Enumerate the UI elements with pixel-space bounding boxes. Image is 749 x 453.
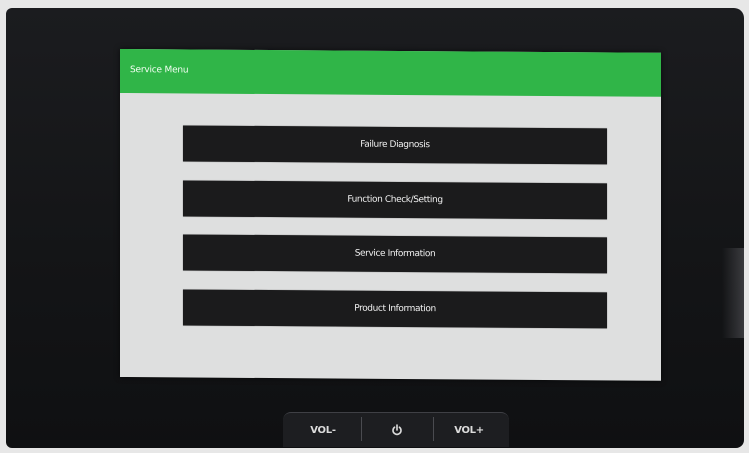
screen-title: Service Menu (130, 65, 189, 76)
failure-diagnosis-button[interactable]: Failure Diagnosis (183, 125, 607, 165)
function-check-setting-button[interactable]: Function Check/Setting (183, 180, 607, 220)
hardware-button-bar: VOL- VOL+ (283, 412, 509, 447)
product-information-button[interactable]: Product Information (183, 289, 607, 329)
menu-item-label: Function Check/Setting (347, 194, 443, 206)
device-bezel: Service Menu Failure Diagnosis Function … (6, 8, 744, 448)
volume-up-button[interactable]: VOL+ (437, 413, 501, 447)
menu-item-label: Product Information (354, 303, 436, 315)
service-information-button[interactable]: Service Information (183, 234, 607, 274)
button-divider (433, 417, 434, 441)
power-icon (392, 424, 402, 436)
volume-down-button[interactable]: VOL- (291, 413, 355, 447)
power-button[interactable] (365, 413, 429, 447)
menu-item-label: Service Information (354, 248, 436, 260)
button-divider (361, 417, 362, 441)
volume-up-label: VOL+ (454, 424, 484, 436)
title-bar: Service Menu (120, 49, 661, 97)
service-menu-screen: Service Menu Failure Diagnosis Function … (120, 49, 661, 381)
volume-down-label: VOL- (310, 424, 336, 436)
bezel-edge-reflection (722, 248, 744, 338)
menu-item-label: Failure Diagnosis (360, 139, 430, 151)
